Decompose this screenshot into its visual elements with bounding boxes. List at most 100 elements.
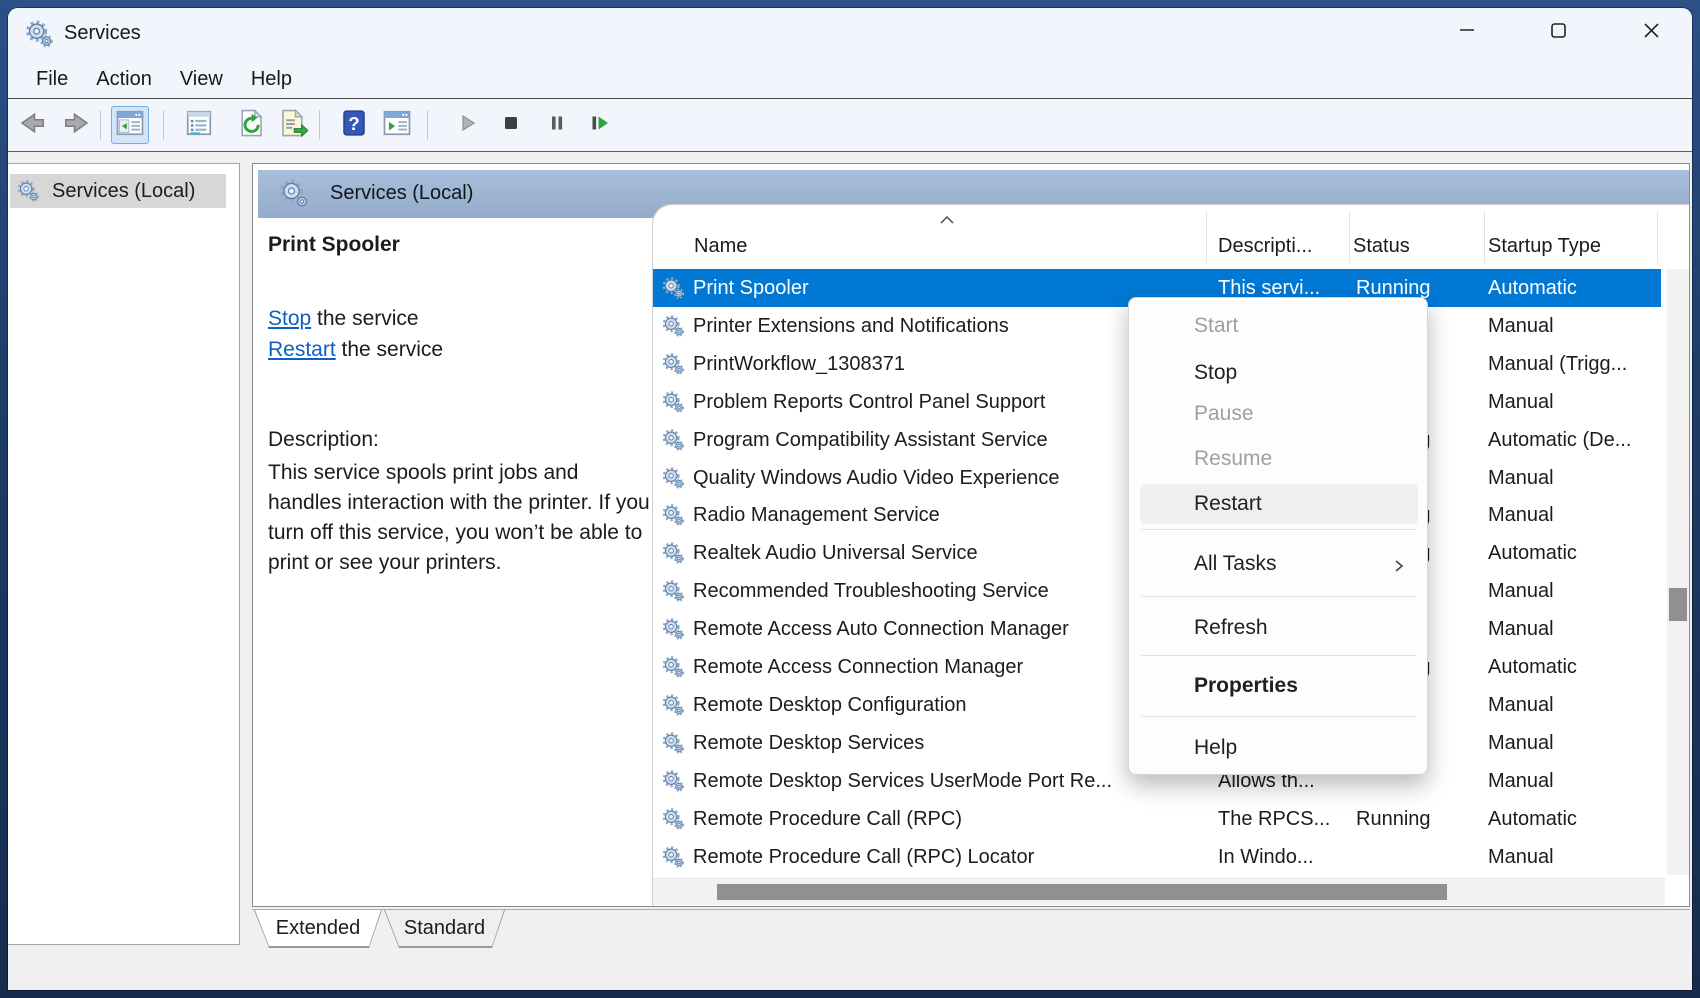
- service-gear-icon: [661, 428, 685, 452]
- services-window: Services FileActionViewHelp ? Services (…: [8, 8, 1692, 990]
- service-gear-icon: [661, 617, 685, 641]
- service-startup-type: Automatic: [1488, 656, 1660, 679]
- tree-item-services-local[interactable]: Services (Local): [10, 174, 226, 208]
- services-gear-icon: [16, 179, 40, 203]
- maximize-button[interactable]: [1535, 10, 1581, 50]
- context-menu-item-restart[interactable]: Restart: [1140, 484, 1418, 524]
- context-menu-item-label: Start: [1194, 314, 1238, 338]
- context-menu-separator: [1141, 655, 1417, 656]
- stop-service-button[interactable]: [492, 106, 530, 144]
- minimize-icon: [1455, 18, 1479, 42]
- toolbar-separator: [427, 110, 428, 140]
- context-menu-item-properties[interactable]: Properties: [1140, 666, 1418, 706]
- context-menu-item-refresh[interactable]: Refresh: [1140, 608, 1418, 648]
- service-gear-icon: [661, 693, 685, 717]
- restart-service-link[interactable]: Restart: [268, 338, 336, 361]
- context-menu-item-resume[interactable]: Resume: [1140, 439, 1418, 479]
- horizontal-scrollbar-thumb[interactable]: [717, 884, 1447, 900]
- service-row-16[interactable]: Remote Procedure Call (RPC) Locator In W…: [653, 838, 1661, 876]
- help-icon: ?: [339, 108, 369, 143]
- close-icon: [1639, 18, 1663, 42]
- restart-service-button[interactable]: [580, 106, 618, 144]
- column-header-name[interactable]: Name: [694, 235, 747, 258]
- forward-icon: [62, 108, 92, 143]
- menu-bar: FileActionViewHelp: [8, 60, 1692, 98]
- service-startup-type: Manual: [1488, 391, 1660, 414]
- desktop-background: Services FileActionViewHelp ? Services (…: [0, 0, 1700, 998]
- pause-service-button[interactable]: [538, 106, 576, 144]
- service-status: Running: [1356, 808, 1484, 831]
- context-menu-item-label: Refresh: [1194, 616, 1268, 640]
- service-startup-type: Automatic (De...: [1488, 429, 1660, 452]
- column-header-description[interactable]: Descripti...: [1218, 235, 1312, 258]
- service-startup-type: Manual: [1488, 315, 1660, 338]
- menu-action[interactable]: Action: [82, 64, 166, 95]
- service-startup-type: Manual (Trigg...: [1488, 353, 1660, 376]
- context-menu-item-help[interactable]: Help: [1140, 728, 1418, 768]
- context-menu-item-label: Properties: [1194, 674, 1298, 698]
- service-startup-type: Manual: [1488, 846, 1660, 869]
- column-header-startup-type[interactable]: Startup Type: [1488, 235, 1601, 258]
- column-divider[interactable]: [1349, 211, 1350, 263]
- service-gear-icon: [661, 731, 685, 755]
- tab-label: Extended: [276, 917, 361, 940]
- toolbar-separator: [163, 110, 164, 140]
- tab-extended[interactable]: Extended: [254, 910, 382, 948]
- context-menu-item-pause[interactable]: Pause: [1140, 394, 1418, 434]
- vertical-scrollbar[interactable]: [1667, 269, 1689, 875]
- context-menu-item-all-tasks[interactable]: All Tasks: [1140, 544, 1418, 584]
- menu-view[interactable]: View: [166, 64, 237, 95]
- service-gear-icon: [661, 541, 685, 565]
- service-gear-icon: [661, 655, 685, 679]
- close-button[interactable]: [1628, 10, 1674, 50]
- column-divider[interactable]: [1206, 211, 1207, 263]
- context-menu-item-stop[interactable]: Stop: [1140, 353, 1418, 393]
- context-menu-item-label: Pause: [1194, 402, 1254, 426]
- toolbar: ?: [8, 99, 1692, 151]
- column-divider[interactable]: [1484, 211, 1485, 263]
- stop-service-link[interactable]: Stop: [268, 307, 311, 330]
- service-startup-type: Manual: [1488, 618, 1660, 641]
- refresh-button[interactable]: [232, 106, 270, 144]
- vertical-scrollbar-thumb[interactable]: [1669, 588, 1687, 621]
- minimize-button[interactable]: [1444, 10, 1490, 50]
- pause-service-icon: [545, 111, 569, 140]
- menu-file[interactable]: File: [22, 64, 82, 95]
- properties-button[interactable]: [180, 106, 218, 144]
- context-menu-item-start[interactable]: Start: [1140, 306, 1418, 346]
- service-gear-icon: [661, 845, 685, 869]
- show-console-tree-button[interactable]: [111, 106, 149, 144]
- service-gear-icon: [661, 276, 685, 300]
- service-gear-icon: [661, 579, 685, 603]
- horizontal-scrollbar[interactable]: [653, 878, 1665, 905]
- sort-ascending-icon: [938, 213, 956, 225]
- extended-view-icon: [382, 108, 412, 143]
- tab-standard[interactable]: Standard: [384, 910, 505, 948]
- export-list-button[interactable]: [274, 106, 312, 144]
- column-divider[interactable]: [1657, 211, 1658, 263]
- start-service-button[interactable]: [448, 106, 486, 144]
- context-menu-separator: [1141, 596, 1417, 597]
- service-startup-type: Manual: [1488, 467, 1660, 490]
- service-startup-type: Automatic: [1488, 277, 1660, 300]
- context-menu-item-label: All Tasks: [1194, 552, 1276, 576]
- properties-icon: [184, 108, 214, 143]
- help-button[interactable]: ?: [335, 106, 373, 144]
- column-header-status[interactable]: Status: [1353, 235, 1410, 258]
- service-startup-type: Manual: [1488, 580, 1660, 603]
- toolbar-separator: [319, 110, 320, 140]
- service-row-15[interactable]: Remote Procedure Call (RPC) The RPCS... …: [653, 800, 1661, 838]
- restart-suffix: the service: [336, 338, 443, 361]
- service-gear-icon: [661, 352, 685, 376]
- tab-label: Standard: [404, 917, 485, 940]
- description-text: This service spools print jobs and handl…: [268, 458, 650, 578]
- context-menu-item-label: Stop: [1194, 361, 1237, 385]
- refresh-icon: [236, 108, 266, 143]
- back-button[interactable]: [13, 106, 51, 144]
- stop-service-icon: [499, 111, 523, 140]
- menu-help[interactable]: Help: [237, 64, 306, 95]
- extended-view-button[interactable]: [378, 106, 416, 144]
- forward-button[interactable]: [58, 106, 96, 144]
- service-startup-type: Automatic: [1488, 808, 1660, 831]
- service-startup-type: Automatic: [1488, 542, 1660, 565]
